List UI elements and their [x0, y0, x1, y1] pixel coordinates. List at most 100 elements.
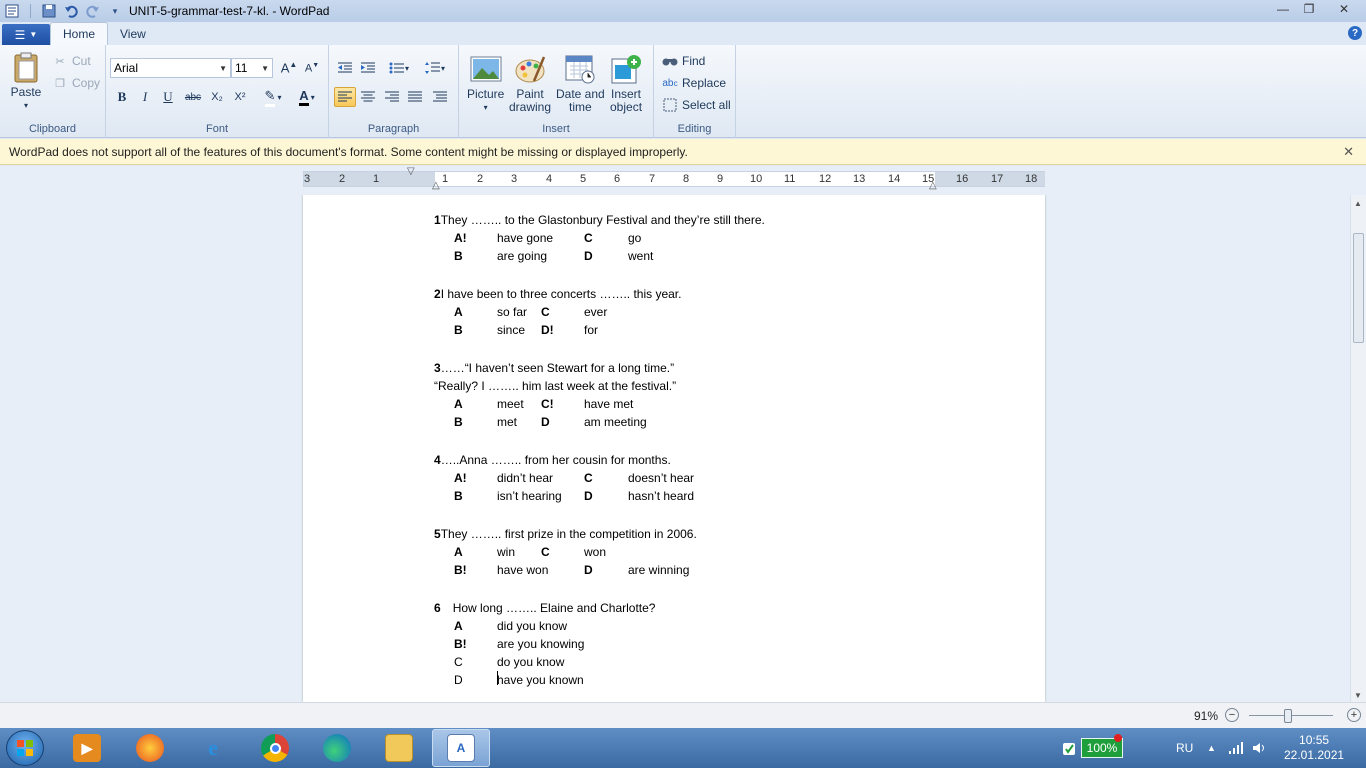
insert-object-button[interactable]: Insert object: [610, 53, 642, 114]
ruler[interactable]: 3 2 1 1 2 3 4 5 6 7 8 9 10 11 12 13 14 1…: [303, 166, 1045, 191]
increase-indent-icon: [361, 62, 375, 73]
taskbar-firefox[interactable]: [121, 729, 179, 767]
find-button[interactable]: Find: [662, 53, 705, 69]
option-row: A meet C! have met: [434, 395, 765, 413]
highlight-color-button[interactable]: ✎ ▾: [256, 87, 290, 107]
font-size-select[interactable]: 11 ▼: [231, 58, 273, 78]
option-letter: D: [541, 415, 550, 429]
ruler-number: 2: [339, 173, 346, 185]
justify-button[interactable]: [404, 87, 426, 107]
ruler-left-margin: [304, 172, 435, 186]
option-letter: D: [584, 563, 593, 577]
subscript-button[interactable]: X₂: [206, 87, 228, 107]
option-row: B isn’t hearing D hasn’t heard: [434, 487, 765, 505]
paint-drawing-button[interactable]: Paint drawing: [509, 53, 551, 114]
italic-button[interactable]: I: [134, 87, 156, 107]
scrollbar-thumb[interactable]: [1353, 233, 1364, 343]
close-infobar-icon[interactable]: ✕: [1343, 144, 1354, 160]
copy-button[interactable]: ❐ Copy: [52, 75, 100, 91]
option-row: B met D am meeting: [434, 413, 765, 431]
zoom-out-button[interactable]: −: [1225, 708, 1239, 722]
ruler-number: 4: [546, 173, 553, 185]
align-left-button[interactable]: [334, 87, 356, 107]
wordpad-app-icon[interactable]: [4, 3, 20, 19]
left-indent-marker-icon[interactable]: △: [432, 180, 440, 191]
windows-logo-icon: [17, 740, 33, 756]
right-indent-marker-icon[interactable]: △: [929, 180, 937, 191]
ruler-number: 14: [888, 173, 901, 185]
help-icon[interactable]: ?: [1348, 26, 1362, 40]
text-color-button[interactable]: A ▾: [292, 87, 322, 107]
decrease-indent-button[interactable]: [334, 58, 356, 78]
taskbar-chrome[interactable]: [246, 729, 304, 767]
paragraph-settings-button[interactable]: [429, 87, 451, 107]
ruler-number: 13: [853, 173, 866, 185]
grow-font-button[interactable]: A▲: [278, 58, 300, 78]
font-group: Arial ▼ 11 ▼ A▲ A▼ B I U abc X₂ X² ✎ ▾ A ▾…: [106, 45, 329, 138]
scroll-down-arrow-icon[interactable]: ▼: [1354, 691, 1362, 700]
ruler-number: 8: [683, 173, 690, 185]
first-line-indent-marker-icon[interactable]: ▽: [407, 166, 415, 177]
replace-button[interactable]: ab c Replace: [662, 75, 726, 91]
taskbar-wordpad[interactable]: A: [432, 729, 490, 767]
start-button[interactable]: [6, 730, 44, 766]
bold-button[interactable]: B: [111, 87, 133, 107]
shrink-font-button[interactable]: A▼: [301, 58, 323, 78]
zoom-slider-thumb[interactable]: [1284, 709, 1292, 723]
option-row: B since D! for: [434, 321, 765, 339]
paste-button[interactable]: Paste ▾: [10, 51, 42, 112]
replace-icon: ab c: [662, 77, 678, 89]
infobar-message: WordPad does not support all of the feat…: [9, 144, 688, 159]
option-letter: D: [454, 673, 463, 687]
underline-button[interactable]: U: [157, 87, 179, 107]
document-content[interactable]: 1They …….. to the Glastonbury Festival a…: [434, 211, 765, 689]
chevron-down-icon: ▾: [310, 92, 315, 102]
volume-icon[interactable]: [1252, 728, 1268, 768]
increase-indent-button[interactable]: [357, 58, 379, 78]
customize-toolbar-icon[interactable]: ▾: [107, 3, 123, 19]
vertical-scrollbar[interactable]: ▲ ▼: [1350, 195, 1366, 702]
chevron-down-icon: ▾: [483, 103, 488, 112]
save-icon[interactable]: [41, 3, 57, 19]
close-button[interactable]: ✕: [1322, 0, 1366, 18]
ruler-number: 9: [717, 173, 724, 185]
application-menu-button[interactable]: ☰ ▼: [2, 24, 50, 45]
font-family-select[interactable]: Arial ▼: [110, 58, 231, 78]
maximize-button[interactable]: ❐: [1296, 0, 1322, 18]
align-center-button[interactable]: [357, 87, 379, 107]
taskbar-file-explorer[interactable]: [370, 729, 428, 767]
paste-label: Paste: [10, 85, 42, 99]
date-time-button[interactable]: Date and time: [556, 53, 605, 114]
scroll-up-arrow-icon[interactable]: ▲: [1354, 199, 1362, 208]
ruler-area: 3 2 1 1 2 3 4 5 6 7 8 9 10 11 12 13 14 1…: [0, 166, 1366, 195]
system-clock[interactable]: 10:55 22.01.2021: [1284, 733, 1344, 763]
picture-button[interactable]: Picture ▾: [467, 53, 504, 114]
align-right-icon: [385, 91, 399, 102]
line-spacing-button[interactable]: ▾: [420, 58, 450, 78]
strikethrough-button[interactable]: abc: [182, 87, 204, 107]
network-icon[interactable]: [1228, 728, 1244, 768]
document-page[interactable]: 1They …….. to the Glastonbury Festival a…: [303, 195, 1045, 702]
tab-home[interactable]: Home: [50, 22, 109, 45]
cut-button[interactable]: ✂ Cut: [52, 53, 90, 69]
question-3-line-2: “Really? I …….. him last week at the fes…: [434, 377, 765, 395]
taskbar-media-player[interactable]: ▶: [58, 729, 116, 767]
tab-view[interactable]: View: [108, 22, 158, 45]
select-all-button[interactable]: Select all: [662, 97, 731, 113]
superscript-button[interactable]: X²: [229, 87, 251, 107]
redo-icon[interactable]: [85, 3, 101, 19]
taskbar-edge[interactable]: [308, 729, 366, 767]
option-letter: D!: [541, 323, 554, 337]
bullets-button[interactable]: ▾: [384, 58, 414, 78]
option-text: isn’t hearing: [497, 489, 562, 503]
zoom-in-button[interactable]: +: [1347, 708, 1361, 722]
minimize-button[interactable]: —: [1270, 0, 1296, 18]
language-indicator[interactable]: RU: [1176, 728, 1193, 768]
option-letter: A!: [454, 471, 467, 485]
show-hidden-icons-icon[interactable]: ▲: [1207, 728, 1216, 768]
taskbar-internet-explorer[interactable]: e: [184, 729, 242, 767]
power-icon[interactable]: [1060, 728, 1078, 768]
ruler-number: 12: [819, 173, 832, 185]
undo-icon[interactable]: [63, 3, 79, 19]
align-right-button[interactable]: [381, 87, 403, 107]
